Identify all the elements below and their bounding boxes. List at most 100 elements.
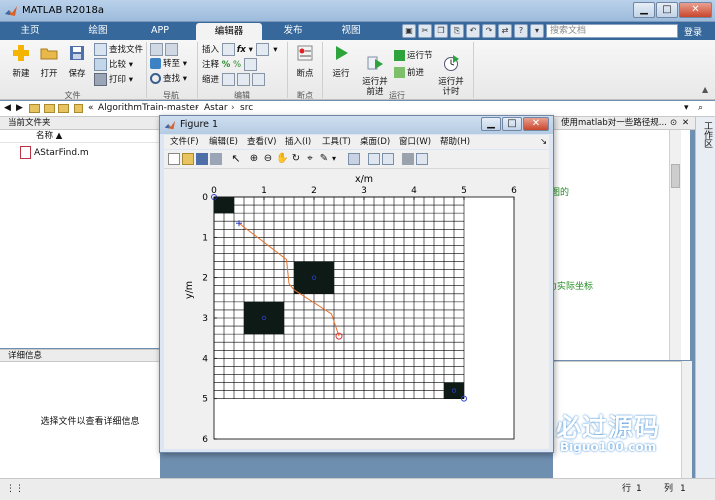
editor-help-icon[interactable]: ⊙ bbox=[670, 117, 677, 130]
maximize-button[interactable]: □ bbox=[656, 2, 678, 18]
up-folder-icon[interactable] bbox=[29, 104, 40, 113]
menu-help[interactable]: 帮助(H) bbox=[440, 135, 470, 149]
editor-close-icon[interactable]: ✕ bbox=[682, 117, 689, 130]
back-arrow-icon[interactable]: ◀ bbox=[4, 101, 11, 116]
new-figure-icon[interactable] bbox=[168, 153, 180, 165]
login-link[interactable]: 登录 bbox=[684, 25, 702, 38]
quick-cut-icon[interactable]: ✂ bbox=[418, 24, 432, 38]
zoom-in-icon[interactable]: ⊕ bbox=[248, 153, 260, 165]
insert-colorbar-icon[interactable] bbox=[368, 153, 380, 165]
new-button[interactable]: 新建 bbox=[6, 44, 36, 79]
run-section-label: 运行节 bbox=[407, 51, 433, 61]
tab-editor[interactable]: 编辑器 bbox=[196, 23, 262, 40]
fx-icon[interactable]: fx bbox=[237, 45, 246, 55]
quick-redo-icon[interactable]: ↷ bbox=[482, 24, 496, 38]
figure-close-button[interactable]: ✕ bbox=[523, 117, 549, 131]
figure-window[interactable]: Figure 1 ▁ □ ✕ 文件(F) 编辑(E) 查看(V) 插入(I) 工… bbox=[159, 115, 554, 453]
path-segment-src[interactable]: src bbox=[240, 101, 253, 116]
rotate-3d-icon[interactable]: ↻ bbox=[290, 153, 302, 165]
search-documentation-input[interactable]: 搜索文档 bbox=[546, 24, 678, 38]
tab-view[interactable]: 视图 bbox=[328, 22, 374, 40]
run-section-button[interactable]: 运行节 bbox=[394, 50, 433, 63]
magnifier-icon bbox=[150, 73, 161, 84]
compare-button[interactable]: 比较 ▾ bbox=[94, 58, 133, 71]
breakpoints-button[interactable]: 断点 bbox=[290, 44, 320, 79]
figure-minimize-button[interactable]: ▁ bbox=[481, 117, 501, 131]
data-cursor-icon[interactable]: ⌖ bbox=[304, 153, 316, 165]
zoom-out-icon[interactable]: ⊖ bbox=[262, 153, 274, 165]
find-files-button[interactable]: 查找文件 bbox=[94, 43, 143, 56]
y-tick-label: 1 bbox=[202, 233, 208, 243]
pan-hand-icon[interactable]: ✋ bbox=[276, 153, 288, 165]
quick-undo-icon[interactable]: ↶ bbox=[466, 24, 480, 38]
menu-tools[interactable]: 工具(T) bbox=[322, 135, 351, 149]
find-button[interactable]: 查找 ▾ bbox=[150, 73, 187, 86]
minimize-button[interactable]: ▁ bbox=[633, 2, 655, 18]
forward-arrow-icon[interactable]: ▶ bbox=[16, 101, 23, 116]
advance-button[interactable]: 前进 bbox=[394, 67, 424, 80]
quick-copy-icon[interactable]: ❐ bbox=[434, 24, 448, 38]
insert-legend-icon[interactable] bbox=[382, 153, 394, 165]
print-button[interactable]: 打印 ▾ bbox=[94, 73, 133, 86]
link-plot-icon[interactable] bbox=[348, 153, 360, 165]
tab-apps[interactable]: APP bbox=[136, 22, 184, 40]
watermark-url: Biguo100.com bbox=[560, 440, 657, 454]
tab-publish[interactable]: 发布 bbox=[270, 22, 316, 40]
menu-file[interactable]: 文件(F) bbox=[170, 135, 199, 149]
indent-button[interactable]: 缩进 bbox=[202, 73, 267, 86]
search-folder-icon[interactable] bbox=[58, 104, 69, 113]
menu-desktop[interactable]: 桌面(D) bbox=[360, 135, 390, 149]
comment-button[interactable]: 注释 % % bbox=[202, 58, 259, 71]
ribbon-collapse-icon[interactable]: ▲ bbox=[702, 85, 708, 94]
figure-maximize-button[interactable]: □ bbox=[502, 117, 522, 131]
path-search-icon[interactable]: ⌕ bbox=[698, 101, 703, 116]
close-button[interactable]: ✕ bbox=[679, 2, 712, 18]
editor-scrollbar[interactable] bbox=[669, 130, 681, 360]
quick-save-icon[interactable]: ▣ bbox=[402, 24, 416, 38]
path-segment-algorithmtrain[interactable]: AlgorithmTrain-master bbox=[98, 101, 199, 116]
open-button[interactable]: 打开 bbox=[34, 44, 64, 79]
pointer-icon[interactable]: ↖ bbox=[230, 153, 242, 165]
insert-button[interactable]: 插入 fx ▾ ▾ bbox=[202, 43, 278, 56]
menu-edit[interactable]: 编辑(E) bbox=[209, 135, 238, 149]
tab-plots[interactable]: 绘图 bbox=[72, 22, 124, 40]
show-plot-tools-icon[interactable] bbox=[416, 153, 428, 165]
name-column-header[interactable]: 名称 ▲ bbox=[0, 130, 160, 143]
quick-switch-icon[interactable]: ⇄ bbox=[498, 24, 512, 38]
save-button[interactable]: 保存 bbox=[62, 44, 92, 79]
brush-icon[interactable]: ✎ bbox=[318, 153, 330, 165]
tab-home[interactable]: 主页 bbox=[6, 22, 54, 40]
hide-plot-tools-icon[interactable] bbox=[402, 153, 414, 165]
menu-window[interactable]: 窗口(W) bbox=[399, 135, 431, 149]
save-figure-icon[interactable] bbox=[196, 153, 208, 165]
figure-toolbar: ↖ ⊕ ⊖ ✋ ↻ ⌖ ✎ ▾ bbox=[164, 150, 549, 169]
browse-folder-icon[interactable] bbox=[44, 104, 55, 113]
scroll-thumb[interactable] bbox=[671, 164, 680, 188]
path-segment-astar[interactable]: Astar bbox=[204, 101, 228, 116]
menu-dock-icon[interactable]: ↘ bbox=[540, 135, 547, 149]
goto-arrow-icon bbox=[150, 58, 161, 69]
quick-expand-icon[interactable]: ▾ bbox=[530, 24, 544, 38]
goto-button[interactable]: 转至 ▾ bbox=[150, 58, 187, 71]
quick-help-icon[interactable]: ? bbox=[514, 24, 528, 38]
navigate-icons[interactable] bbox=[150, 43, 180, 56]
figure-title-bar[interactable]: Figure 1 ▁ □ ✕ bbox=[160, 116, 553, 134]
menu-view[interactable]: 查看(V) bbox=[247, 135, 276, 149]
quick-paste-icon[interactable]: ⎘ bbox=[450, 24, 464, 38]
run-button[interactable]: 运行 bbox=[326, 44, 356, 79]
print-figure-icon[interactable] bbox=[210, 153, 222, 165]
breakpoints-label: 断点 bbox=[296, 69, 314, 79]
astar-grid-chart[interactable]: 0 1 2 3 4 5 6 0 1 2 3 4 5 6 x/m y/m bbox=[164, 169, 549, 449]
x-tick-label: 2 bbox=[311, 186, 317, 196]
path-overflow[interactable]: « bbox=[88, 101, 94, 116]
brush-dropdown-icon[interactable]: ▾ bbox=[332, 153, 344, 165]
list-item[interactable]: AStarFind.m bbox=[20, 146, 89, 159]
editor-tab-title[interactable]: 使用matlab对一些路径规... bbox=[561, 117, 667, 130]
window-title: MATLAB R2018a bbox=[22, 5, 105, 16]
increase-indent-icon bbox=[236, 73, 250, 86]
decrease-indent-icon bbox=[251, 73, 265, 86]
path-dropdown-icon[interactable]: ▾ bbox=[684, 101, 689, 116]
open-file-icon[interactable] bbox=[182, 153, 194, 165]
menu-insert[interactable]: 插入(I) bbox=[285, 135, 311, 149]
status-bar: ⋮⋮ 行 1 列 1 bbox=[0, 478, 715, 500]
